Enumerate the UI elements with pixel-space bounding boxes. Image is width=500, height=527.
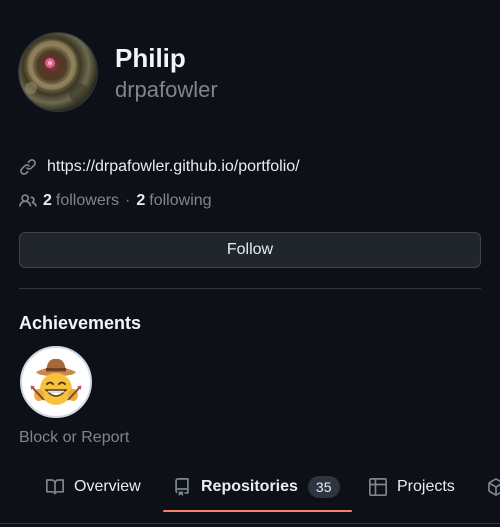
- divider: [19, 288, 481, 289]
- tab-overview[interactable]: Overview: [46, 470, 141, 504]
- followers-label: followers: [55, 192, 120, 209]
- people-icon: [19, 192, 37, 210]
- avatar[interactable]: [19, 33, 97, 111]
- cowboy-grin-face-icon: [30, 358, 82, 405]
- profile-login: drpafowler: [115, 77, 218, 102]
- following-link[interactable]: 2 following: [136, 192, 211, 210]
- link-icon: [19, 158, 37, 176]
- achievements-title: Achievements: [19, 313, 142, 333]
- website-link[interactable]: https://drpafowler.github.io/portfolio/: [47, 158, 300, 176]
- tab-repositories[interactable]: Repositories 35: [173, 470, 340, 504]
- repo-icon: [173, 478, 191, 496]
- tab-repositories-label: Repositories: [201, 478, 298, 495]
- selected-tab-underline: [163, 510, 352, 512]
- tab-projects[interactable]: Projects: [369, 470, 455, 504]
- tab-projects-label: Projects: [397, 478, 455, 495]
- follow-stats: 2 followers · 2 following: [19, 190, 212, 212]
- profile-name: Philip: [115, 43, 186, 73]
- block-report-link[interactable]: Block or Report: [19, 428, 129, 448]
- profile-tabs: Overview Repositories 35 Projects: [0, 470, 500, 512]
- achievement-badge[interactable]: [20, 346, 92, 418]
- tab-packages[interactable]: [487, 470, 500, 504]
- package-icon: [487, 478, 500, 496]
- tab-overview-label: Overview: [74, 478, 141, 495]
- book-icon: [46, 478, 64, 496]
- follow-button[interactable]: Follow: [19, 232, 481, 268]
- followers-count: 2: [43, 192, 52, 209]
- following-label: following: [149, 192, 212, 209]
- separator: ·: [125, 192, 131, 209]
- followers-link[interactable]: 2 followers: [43, 192, 119, 210]
- repositories-count-badge: 35: [307, 476, 340, 498]
- table-icon: [369, 478, 387, 496]
- tabs-bottom-border: [0, 523, 500, 524]
- following-count: 2: [136, 192, 146, 209]
- website-row: https://drpafowler.github.io/portfolio/: [19, 156, 300, 178]
